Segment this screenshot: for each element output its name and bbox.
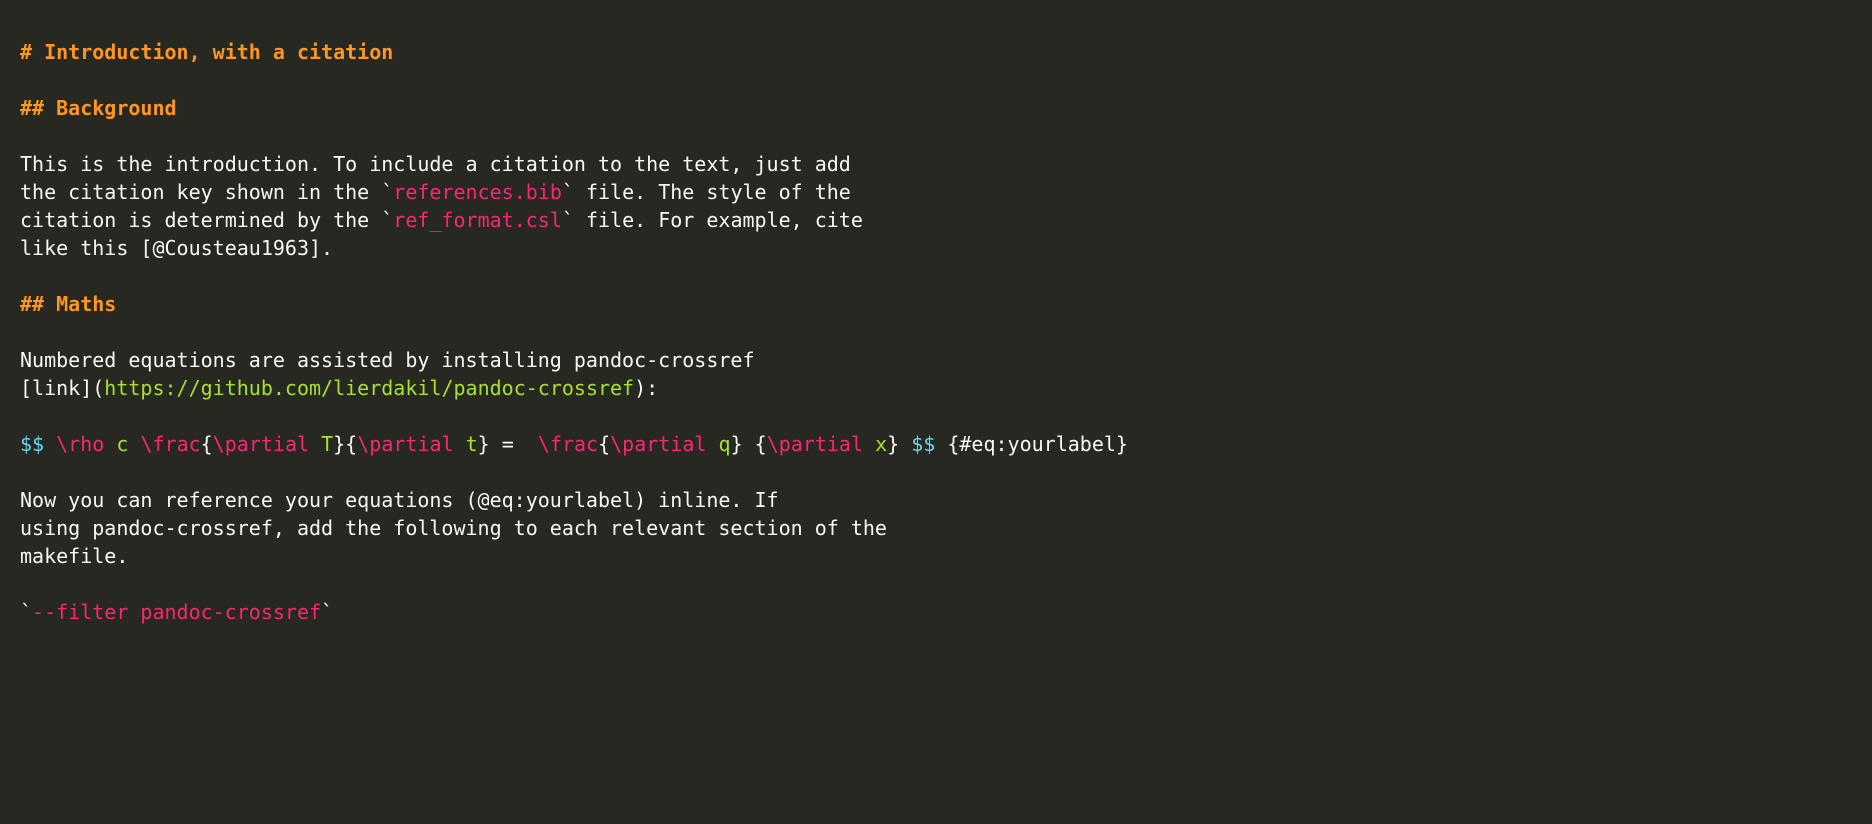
link-url: https://github.com/lierdakil/pandoc-cros… xyxy=(104,376,634,400)
heading-h2-maths: ## Maths xyxy=(20,292,116,316)
tex-cmd: \partial xyxy=(767,432,875,456)
tex-cmd: \rho xyxy=(56,432,104,456)
brace: { xyxy=(201,432,213,456)
inline-code: references.bib xyxy=(393,180,562,204)
tex-arg: T xyxy=(321,432,333,456)
text-line: makefile. xyxy=(20,544,128,568)
tex-arg: x xyxy=(875,432,887,456)
text-line: ): xyxy=(634,376,658,400)
tex-cmd: \partial xyxy=(610,432,718,456)
text-line: Now you can reference your equations (@e… xyxy=(20,488,779,512)
backtick: ` xyxy=(381,208,393,232)
text-line: file. The style of the xyxy=(574,180,851,204)
math-space xyxy=(128,432,140,456)
tex-cmd: \partial xyxy=(357,432,465,456)
backtick: ` xyxy=(381,180,393,204)
backtick: ` xyxy=(20,600,32,624)
text-line: the citation key shown in the xyxy=(20,180,381,204)
code-editor[interactable]: # Introduction, with a citation ## Backg… xyxy=(0,0,1872,646)
inline-code: --filter pandoc-crossref xyxy=(32,600,321,624)
text-line: Numbered equations are assisted by insta… xyxy=(20,348,755,372)
tex-arg: t xyxy=(466,432,478,456)
heading-h1: # Introduction, with a citation xyxy=(20,40,393,64)
text-line: This is the introduction. To include a c… xyxy=(20,152,851,176)
math-delim-close: $$ xyxy=(911,432,935,456)
inline-code: ref_format.csl xyxy=(393,208,562,232)
backtick: ` xyxy=(562,180,574,204)
math-text: } = xyxy=(478,432,538,456)
brace: } { xyxy=(731,432,767,456)
brace: } xyxy=(887,432,911,456)
brace: }{ xyxy=(333,432,357,456)
math-space xyxy=(104,432,116,456)
tex-cmd: \frac xyxy=(538,432,598,456)
text-line: using pandoc-crossref, add the following… xyxy=(20,516,887,540)
backtick: ` xyxy=(321,600,333,624)
backtick: ` xyxy=(562,208,574,232)
eq-label: {#eq:yourlabel} xyxy=(935,432,1128,456)
math-delim-open: $$ xyxy=(20,432,44,456)
tex-cmd: \partial xyxy=(213,432,321,456)
text-line: file. For example, cite xyxy=(574,208,863,232)
tex-arg: q xyxy=(719,432,731,456)
tex-arg: c xyxy=(116,432,128,456)
text-line: citation is determined by the xyxy=(20,208,381,232)
brace: { xyxy=(598,432,610,456)
tex-cmd: \frac xyxy=(140,432,200,456)
text-line: like this [@Cousteau1963]. xyxy=(20,236,333,260)
math-space xyxy=(44,432,56,456)
link-text: [link]( xyxy=(20,376,104,400)
heading-h2-background: ## Background xyxy=(20,96,177,120)
